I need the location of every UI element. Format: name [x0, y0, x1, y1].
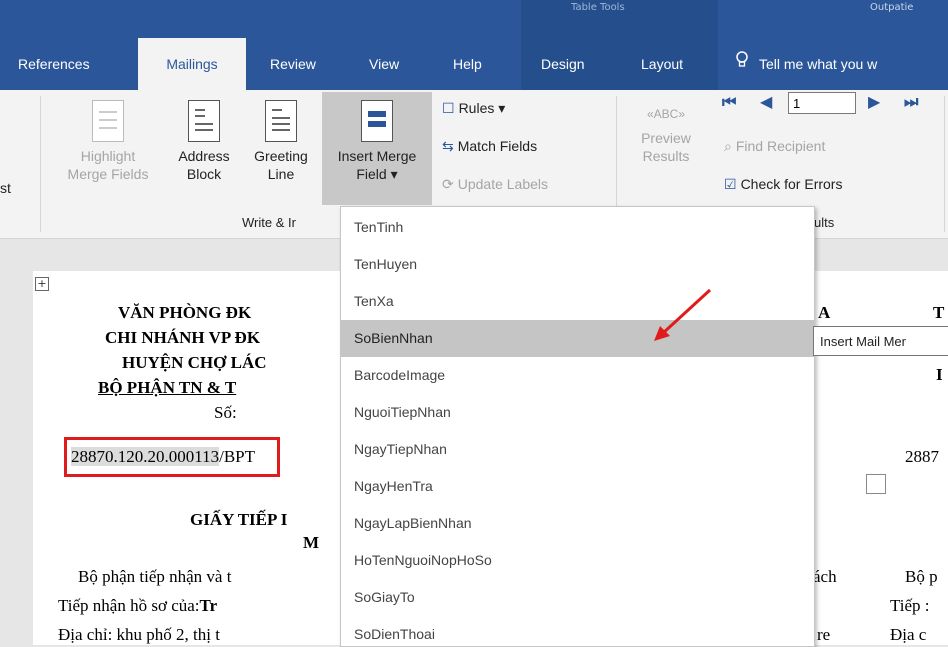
doc-paragraph-2-bold: Tr — [199, 596, 218, 615]
merge-field-item[interactable]: NgayLapBienNhan — [341, 505, 814, 542]
first-record-icon[interactable]: ⏮ — [722, 92, 736, 112]
greeting-line-icon — [265, 100, 297, 142]
tab-design[interactable]: Design — [541, 38, 585, 90]
next-record-icon[interactable]: ▶ — [868, 92, 880, 111]
preview-line2: Results — [642, 148, 690, 164]
doc-heading-2: M — [303, 533, 320, 552]
doc-line-district: HUYỆN CHỢ LÁC — [122, 353, 267, 372]
merge-field-item[interactable]: TenXa — [341, 283, 814, 320]
tab-view[interactable]: View — [369, 38, 399, 90]
doc-paragraph-2-prefix: Tiếp nhận hồ sơ của: — [58, 596, 200, 615]
match-fields-icon: ⇆ — [442, 138, 454, 154]
address-line2: Block — [186, 166, 222, 182]
ribbon-separator — [40, 96, 41, 232]
update-labels-button[interactable]: ⟳ Update Labels — [442, 176, 548, 193]
insert-merge-field-button[interactable]: Insert Merge Field ▾ — [322, 92, 432, 205]
tab-review[interactable]: Review — [270, 38, 316, 90]
greeting-line2: Line — [267, 166, 295, 182]
red-arrow-annotation — [654, 288, 712, 341]
address-block-button[interactable]: Address Block — [168, 100, 240, 183]
find-recipient-icon: ⌕ — [724, 138, 732, 154]
previous-record-icon[interactable]: ◀ — [760, 92, 772, 111]
insert-merge-line1: Insert Merge — [337, 148, 417, 164]
tab-help[interactable]: Help — [453, 38, 482, 90]
insert-mail-merge-tooltip: Insert Mail Mer — [813, 326, 948, 356]
highlight-line2: Merge Fields — [67, 166, 149, 182]
title-bar — [0, 0, 948, 38]
address-line1: Address — [178, 148, 230, 164]
check-errors-button[interactable]: ☑ Check for Errors — [724, 176, 842, 193]
match-fields-button[interactable]: ⇆ Match Fields — [442, 138, 537, 155]
check-errors-icon: ☑ — [724, 176, 737, 192]
merge-field-item[interactable]: NgayHenTra — [341, 468, 814, 505]
highlight-merge-fields-button[interactable]: Highlight Merge Fields — [48, 100, 168, 183]
ribbon-separator-2 — [616, 96, 617, 206]
tell-me-box[interactable]: Tell me what you w — [735, 38, 877, 90]
merge-field-dropdown: TenTinh TenHuyen TenXa SoBienNhan Barcod… — [340, 206, 815, 647]
doc-right-tiep: Tiếp : — [890, 596, 930, 615]
find-recipient-label: Find Recipient — [735, 138, 826, 154]
ribbon-separator-3 — [944, 96, 945, 232]
tell-me-text: Tell me what you w — [759, 56, 878, 72]
rules-label: Rules ▾ — [458, 100, 506, 116]
highlight-line1: Highlight — [80, 148, 136, 164]
insert-merge-line2: Field ▾ — [356, 166, 398, 182]
doc-line-department: BỘ PHẬN TN & T — [98, 378, 237, 397]
find-recipient-button[interactable]: ⌕ Find Recipient — [724, 138, 825, 155]
doc-right-i: I — [936, 365, 943, 384]
doc-right-re: re — [817, 625, 831, 644]
match-fields-label: Match Fields — [457, 138, 538, 154]
preview-line1: Preview — [641, 130, 691, 146]
tab-references[interactable]: References — [18, 38, 90, 90]
preview-results-button[interactable]: «ABC» Preview Results — [626, 105, 706, 165]
doc-paragraph-3: Địa chỉ: khu phố 2, thị t — [58, 625, 220, 644]
doc-paragraph-2: Tiếp nhận hồ sơ của:Tr — [58, 596, 217, 616]
doc-right-dia: Địa c — [890, 625, 927, 644]
highlight-fields-icon — [92, 100, 124, 142]
rules-icon: ☐ — [442, 100, 455, 116]
last-record-icon[interactable]: ⏭ — [904, 92, 918, 112]
group-label-results: ults — [814, 215, 835, 230]
merge-field-item[interactable]: NgayTiepNhan — [341, 431, 814, 468]
doc-heading: GIẤY TIẾP I — [190, 510, 288, 529]
merge-field-item[interactable]: NguoiTiepNhan — [341, 394, 814, 431]
check-errors-label: Check for Errors — [740, 176, 843, 192]
preview-icon: «ABC» — [646, 107, 686, 121]
receipt-number-highlight-box — [64, 437, 280, 477]
context-label-document: Outpatie — [870, 2, 914, 13]
doc-right-t: T — [933, 303, 945, 322]
merge-field-item[interactable]: BarcodeImage — [341, 357, 814, 394]
insert-merge-field-icon — [361, 100, 393, 142]
ribbon-cut-label: st — [0, 180, 11, 196]
doc-so-label: Số: — [214, 403, 237, 422]
record-number-input[interactable]: 1 — [788, 92, 856, 114]
greeting-line-button[interactable]: Greeting Line — [243, 100, 319, 183]
doc-line-branch: CHI NHÁNH VP ĐK — [105, 328, 261, 347]
doc-right-number: 2887 — [905, 447, 939, 466]
context-label-table-tools: Table Tools — [571, 2, 625, 13]
update-labels-label: Update Labels — [457, 176, 549, 192]
greeting-line1: Greeting — [254, 148, 308, 164]
merge-field-item[interactable]: SoDienThoai — [341, 616, 814, 646]
doc-checkbox[interactable] — [866, 474, 886, 494]
update-labels-icon: ⟳ — [442, 176, 454, 192]
doc-right-bo: Bộ p — [905, 567, 938, 586]
tab-mailings[interactable]: Mailings — [138, 38, 246, 90]
rules-button[interactable]: ☐ Rules ▾ — [442, 100, 505, 117]
merge-field-item[interactable]: SoGiayTo — [341, 579, 814, 616]
doc-right-a: A — [818, 303, 831, 322]
merge-field-item[interactable]: TenHuyen — [341, 246, 814, 283]
tab-layout[interactable]: Layout — [641, 38, 683, 90]
group-label-write-insert: Write & Ir — [242, 215, 296, 230]
merge-field-item[interactable]: HoTenNguoiNopHoSo — [341, 542, 814, 579]
doc-right-ach: ách — [813, 567, 837, 586]
merge-field-item[interactable]: TenTinh — [341, 209, 814, 246]
address-block-icon — [188, 100, 220, 142]
merge-field-item-sobiennhan[interactable]: SoBienNhan — [341, 320, 814, 357]
lightbulb-icon — [735, 38, 749, 90]
doc-line-office: VĂN PHÒNG ĐK — [118, 303, 252, 322]
doc-paragraph-1: Bộ phận tiếp nhận và t — [78, 567, 232, 586]
table-move-handle-icon[interactable]: + — [35, 277, 49, 291]
